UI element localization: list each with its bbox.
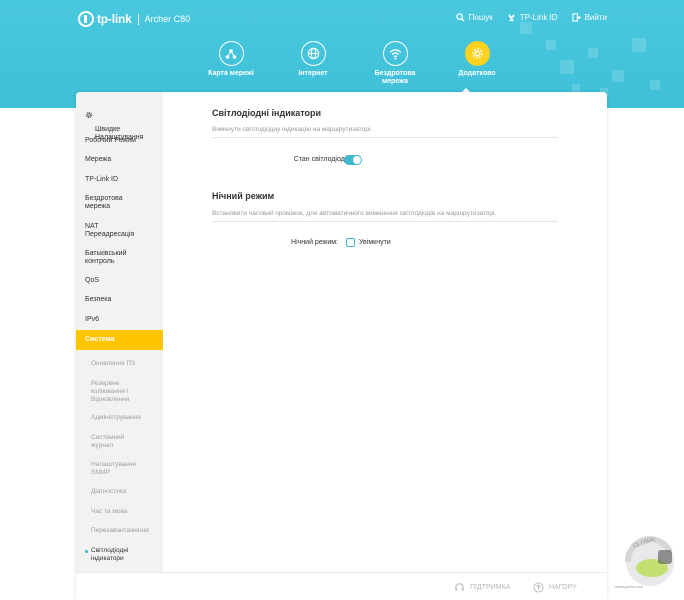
user-id-icon (508, 13, 514, 22)
search-button[interactable]: Пошук (455, 13, 493, 22)
wifi-icon (382, 41, 408, 66)
submenu-firmware-update[interactable]: Оновлення ПЗ (91, 360, 161, 368)
sidebar-item-system[interactable]: Система (76, 330, 163, 350)
nav-label: Інтернет (298, 70, 328, 77)
brand-logo: tp-link Archer C80 (78, 11, 190, 27)
sidebar-item-label: QoS (85, 277, 100, 284)
sidebar-item-tplink-id[interactable]: TP-Link ID (85, 176, 160, 184)
quick-setup-gear-icon (85, 111, 93, 119)
back-to-top-link[interactable]: НАГОРУ (533, 582, 577, 593)
nav-internet[interactable]: Інтернет (272, 41, 354, 86)
header-decor (560, 60, 574, 74)
tplink-id-button[interactable]: TP-Link ID (507, 13, 558, 22)
brand-name: tp-link (97, 12, 132, 26)
submenu-label: Адміністрування (91, 414, 141, 421)
header-decor (572, 84, 580, 92)
night-mode-title: Нічний режим (212, 191, 275, 201)
submenu-label: Резервне копіювання і Відновлення (91, 380, 130, 403)
sidebar-item-network[interactable]: Мережа (85, 156, 160, 164)
search-label: Пошук (468, 13, 493, 22)
submenu-system-log[interactable]: Системний журнал (91, 434, 161, 450)
gear-icon (464, 41, 490, 66)
tplink-logo-icon (78, 11, 94, 27)
night-mode-checkbox[interactable] (346, 238, 355, 247)
support-link[interactable]: ПІДТРИМКА (454, 582, 510, 593)
submenu-label: Діагностика (91, 488, 127, 495)
footer: ПІДТРИМКА НАГОРУ (76, 572, 607, 600)
sidebar-item-label: Робочий Режим (85, 137, 136, 144)
sidebar-item-label: IPv6 (85, 316, 100, 323)
main-nav: Карта мережі Інтернет Бездротова мережа … (190, 41, 518, 94)
sidebar-item-qos[interactable]: QoS (85, 277, 160, 285)
top-actions: Пошук TP-Link ID Вийти (455, 13, 607, 22)
headset-icon (455, 583, 464, 591)
sidebar-item-label: Батьківський контроль (85, 250, 127, 265)
sidebar-item-parental-control[interactable]: Батьківський контроль (85, 250, 160, 266)
led-status-label: Стан світлодіодів: (293, 156, 352, 163)
submenu-backup-restore[interactable]: Резервне копіювання і Відновлення (91, 380, 161, 404)
model-name: Archer C80 (144, 14, 191, 24)
submenu-label: Світлодіодні індикатори (91, 547, 129, 562)
submenu-diagnostics[interactable]: Діагностика (91, 488, 161, 496)
global-watermark-logo: GLOBAL (624, 536, 674, 586)
night-mode-enable-label: Увімкнути (359, 239, 391, 246)
led-status-toggle[interactable] (344, 155, 362, 165)
sidebar-item-label: Мережа (85, 156, 112, 163)
header-decor (632, 38, 646, 52)
submenu-time-language[interactable]: Час та мова (91, 508, 161, 516)
submenu-label: Оновлення ПЗ (91, 360, 136, 367)
nav-label: Додатково (458, 70, 496, 77)
nav-network-map[interactable]: Карта мережі (190, 41, 272, 86)
nav-label: Карта мережі (208, 70, 254, 77)
support-label: ПІДТРИМКА (470, 584, 511, 591)
nav-advanced[interactable]: Додатково (436, 41, 518, 86)
sidebar-item-wireless[interactable]: Бездротова мережа (85, 195, 160, 211)
submenu-label: Налаштування SNMP (91, 461, 136, 476)
submenu-led-control[interactable]: Світлодіодні індикатори (85, 547, 161, 563)
section-divider (212, 137, 558, 138)
nav-label: Бездротова мережа (374, 70, 416, 85)
sidebar-item-nat[interactable]: NAT Переадресація (85, 223, 160, 239)
header-decor (520, 22, 532, 34)
sidebar-item-label: Безпека (85, 296, 112, 303)
sidebar-item-operation-mode[interactable]: Робочий Режим (85, 137, 160, 145)
submenu-label: Системний журнал (91, 434, 125, 449)
logout-button[interactable]: Вийти (571, 13, 607, 22)
submenu-label: Час та мова (91, 508, 128, 515)
nav-wireless[interactable]: Бездротова мережа (354, 41, 436, 86)
header-decor (650, 80, 660, 90)
led-section-description: Вимкнути світлодіодну індикацію на маршр… (212, 126, 373, 133)
night-mode-description: Встановити часовий проміжок, для автомат… (212, 210, 497, 217)
sidebar-item-security[interactable]: Безпека (85, 296, 160, 304)
submenu-administration[interactable]: Адміністрування (91, 414, 161, 422)
brand-separator (137, 13, 139, 25)
sidebar-item-ipv6[interactable]: IPv6 (85, 316, 160, 324)
header-decor (588, 48, 598, 58)
top-label: НАГОРУ (549, 584, 577, 591)
submenu-snmp-settings[interactable]: Налаштування SNMP (91, 461, 161, 477)
watermark-site: www.gecid.com (615, 584, 643, 589)
tplink-id-label: TP-Link ID (519, 13, 558, 22)
submenu-label: Перезавантаження (91, 527, 149, 534)
header-decor (612, 70, 624, 82)
globe-icon (300, 41, 326, 66)
logout-label: Вийти (584, 13, 607, 22)
led-section-title: Світлодіодні індикатори (212, 108, 322, 118)
content-panel: Швидке Налаштування Робочий Режим Мережа… (76, 92, 607, 600)
logout-icon (571, 13, 581, 22)
submenu-reboot[interactable]: Перезавантаження (91, 527, 161, 535)
network-map-icon (218, 41, 244, 66)
sidebar-item-label: Система (85, 336, 115, 343)
section-divider (212, 221, 558, 222)
sidebar-item-label: Бездротова мережа (85, 195, 123, 210)
sidebar-item-label: NAT Переадресація (85, 223, 135, 238)
header-decor (546, 40, 556, 50)
sidebar: Швидке Налаштування Робочий Режим Мережа… (76, 92, 163, 572)
arrow-up-icon (533, 582, 544, 593)
sidebar-item-label: TP-Link ID (85, 176, 119, 183)
search-icon (455, 13, 465, 22)
night-mode-label: Нічний режим: (291, 239, 338, 246)
